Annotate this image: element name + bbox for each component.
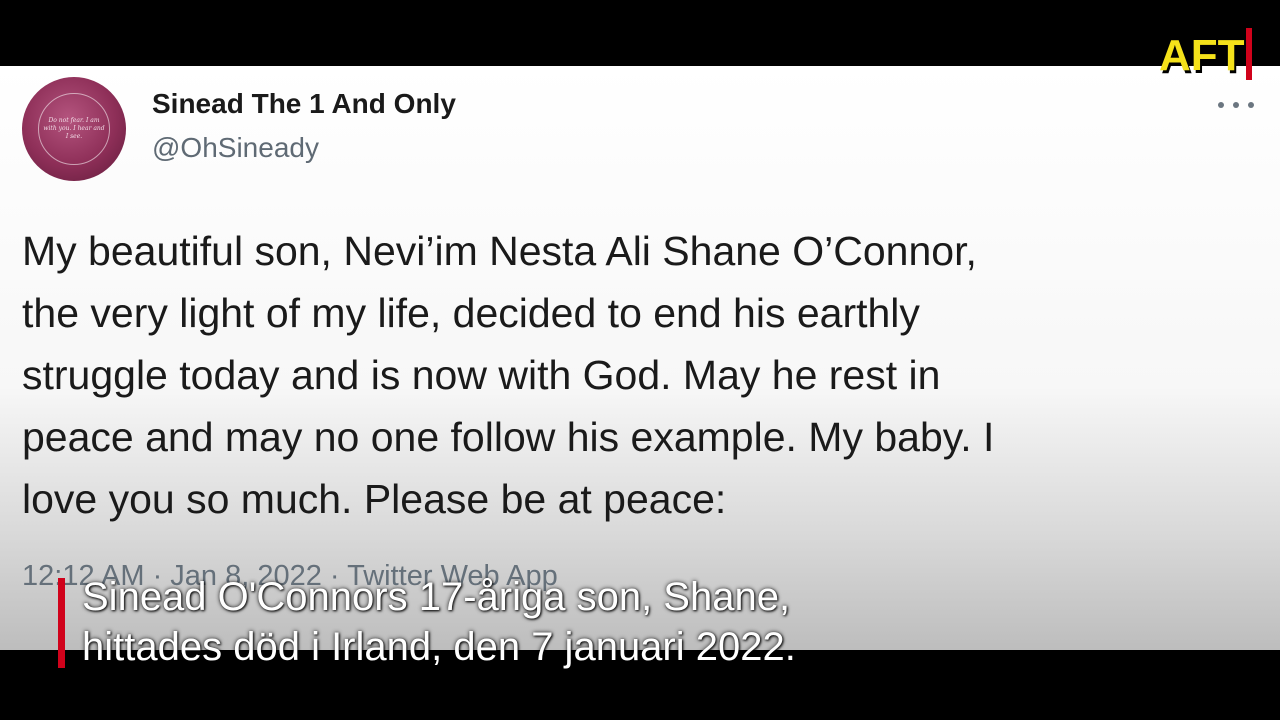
caption-accent-bar (58, 578, 65, 668)
avatar-text: Do not fear. I am with you. I hear and I… (43, 117, 105, 140)
video-frame: Do not fear. I am with you. I hear and I… (0, 0, 1280, 720)
profile-avatar[interactable]: Do not fear. I am with you. I hear and I… (22, 77, 126, 181)
more-dots-icon[interactable] (1218, 100, 1254, 110)
tweet-text: My beautiful son, Nevi’im Nesta Ali Shan… (22, 228, 995, 522)
caption: Sinead O'Connors 17-åriga son, Shane, hi… (82, 572, 796, 672)
user-handle[interactable]: @OhSineady (152, 132, 319, 164)
dot (1218, 102, 1224, 108)
logo-text: AFT (1159, 31, 1245, 80)
logo-accent-bar (1246, 28, 1252, 80)
avatar-ring: Do not fear. I am with you. I hear and I… (38, 93, 110, 165)
tweet-card: Do not fear. I am with you. I hear and I… (0, 66, 1280, 650)
caption-line-2: hittades död i Irland, den 7 januari 202… (82, 625, 796, 669)
dot (1233, 102, 1239, 108)
dot (1248, 102, 1254, 108)
caption-line-1: Sinead O'Connors 17-åriga son, Shane, (82, 575, 791, 619)
display-name[interactable]: Sinead The 1 And Only (152, 88, 456, 120)
aftonbladet-logo: AFT AFT (1159, 28, 1252, 80)
